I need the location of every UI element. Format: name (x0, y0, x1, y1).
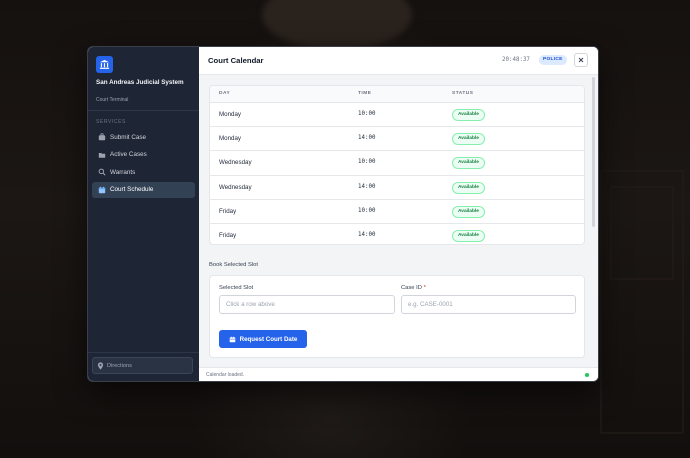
sidebar-section-label: SERVICES (96, 119, 126, 125)
background-door (600, 170, 684, 434)
status-badge: Available (452, 181, 485, 194)
case-id-label-text: Case ID (401, 285, 422, 291)
courthouse-logo-icon (96, 56, 113, 73)
cell-time: 14:00 (358, 231, 376, 238)
main-panel: Court Calendar 20:48:37 POLICE DAY TIME … (199, 47, 598, 381)
sidebar-bottom-divider (88, 352, 199, 353)
header: Court Calendar 20:48:37 POLICE (199, 47, 598, 75)
status-badge: Available (452, 205, 485, 218)
sidebar-item-active-cases[interactable]: Active Cases (92, 147, 195, 163)
request-court-date-button[interactable]: Request Court Date (219, 330, 307, 348)
directions-label: Directions (107, 362, 132, 369)
status-badge: Available (452, 157, 485, 170)
cell-day: Monday (219, 135, 242, 143)
sidebar-item-submit-case[interactable]: Submit Case (92, 129, 195, 145)
table-row[interactable]: Friday 14:00 Available (210, 224, 584, 244)
cell-time: 10:00 (358, 207, 376, 214)
briefcase-icon (97, 133, 106, 142)
booking-section-title: Book Selected Slot (209, 262, 258, 268)
cell-day: Friday (219, 231, 237, 239)
cell-time: 10:00 (358, 111, 376, 117)
table-row[interactable]: Wednesday 14:00 Available (210, 176, 584, 200)
required-marker: * (423, 285, 426, 291)
close-button[interactable] (574, 53, 588, 67)
table-header: DAY TIME STATUS (210, 86, 584, 103)
cell-time: 14:00 (358, 183, 376, 190)
column-header-status: STATUS (452, 91, 474, 96)
cell-time: 14:00 (358, 135, 376, 142)
background-figure (262, 0, 412, 50)
sidebar-nav: Submit Case Active Cases Warrants Court … (92, 129, 195, 199)
status-badge: Available (452, 229, 485, 242)
court-terminal-window: San Andreas Judicial System Court Termin… (87, 46, 599, 382)
connection-status-dot (585, 373, 589, 377)
content-area: DAY TIME STATUS Monday 10:00 Available Mond… (199, 75, 590, 364)
calendar-icon (97, 185, 106, 194)
org-subtitle: Court Terminal (96, 97, 129, 103)
schedule-table: DAY TIME STATUS Monday 10:00 Available Mond… (209, 85, 585, 245)
selected-slot-input[interactable]: Click a row above (219, 295, 395, 314)
cell-day: Monday (219, 111, 242, 118)
status-badge: Available (452, 133, 485, 146)
scrollbar[interactable] (591, 75, 596, 364)
sidebar: San Andreas Judicial System Court Termin… (88, 47, 199, 381)
calendar-icon (229, 336, 236, 343)
cell-day: Wednesday (219, 159, 252, 167)
sidebar-item-label: Warrants (110, 168, 136, 176)
search-icon (97, 168, 106, 177)
booking-form: Selected Slot Click a row above Case ID … (209, 275, 585, 358)
folder-icon (97, 150, 106, 159)
cell-day: Wednesday (219, 183, 252, 191)
map-pin-icon (97, 361, 104, 370)
case-id-label: Case ID * (401, 285, 426, 291)
sidebar-item-warrants[interactable]: Warrants (92, 164, 195, 180)
table-row[interactable]: Monday 14:00 Available (210, 127, 584, 152)
clock: 20:48:37 (502, 57, 530, 63)
role-badge: POLICE (539, 55, 567, 65)
selected-slot-label: Selected Slot (219, 285, 254, 291)
status-bar: Calendar loaded. (199, 367, 598, 381)
sidebar-item-label: Active Cases (110, 151, 147, 158)
directions-button[interactable]: Directions (92, 357, 193, 374)
sidebar-divider (88, 110, 199, 111)
org-name: San Andreas Judicial System (96, 79, 184, 86)
column-header-day: DAY (219, 91, 231, 96)
sidebar-item-label: Court Schedule (110, 186, 154, 193)
status-text: Calendar loaded. (206, 372, 245, 378)
table-row[interactable]: Wednesday 10:00 Available (210, 151, 584, 176)
close-icon (578, 57, 584, 63)
table-row[interactable]: Monday 10:00 Available (210, 103, 584, 128)
sidebar-item-court-schedule[interactable]: Court Schedule (92, 181, 195, 198)
status-badge: Available (452, 109, 485, 121)
scrollbar-thumb[interactable] (592, 77, 595, 227)
case-id-input[interactable]: e.g. CASE-0001 (401, 295, 576, 314)
sidebar-item-label: Submit Case (110, 133, 147, 141)
cell-day: Friday (219, 207, 237, 215)
table-body: Monday 10:00 Available Monday 14:00 Available… (210, 103, 584, 244)
request-court-date-label: Request Court Date (239, 335, 298, 343)
cell-time: 10:00 (358, 159, 376, 166)
table-row[interactable]: Friday 10:00 Available (210, 200, 584, 224)
page-title: Court Calendar (208, 56, 264, 65)
column-header-time: TIME (358, 91, 372, 96)
